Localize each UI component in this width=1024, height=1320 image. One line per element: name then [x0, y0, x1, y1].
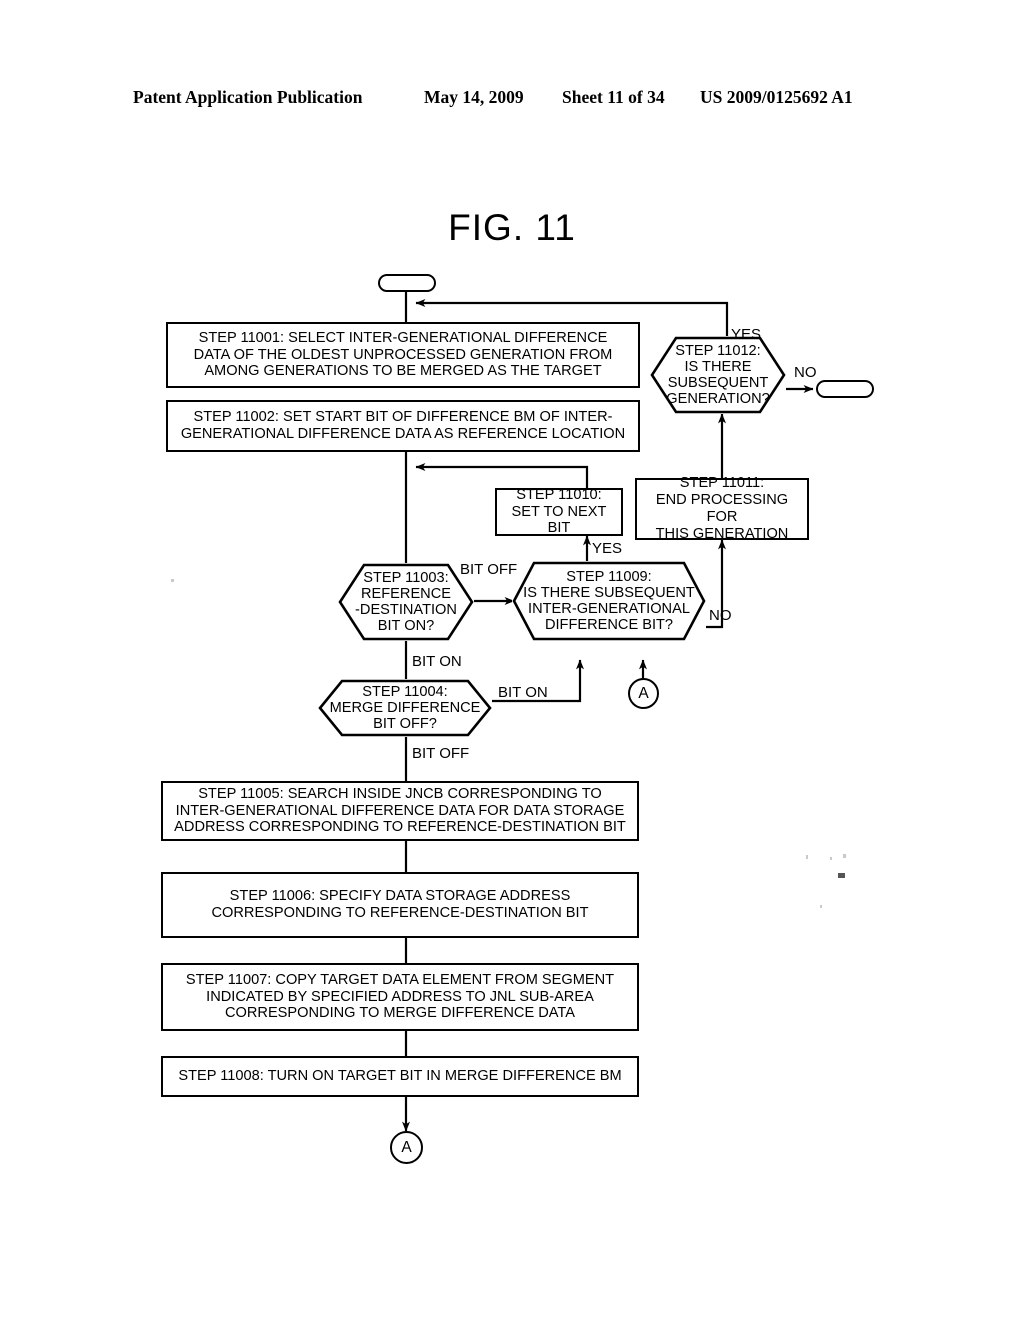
step-11004-line-3: BIT OFF?: [373, 716, 437, 733]
step-11003-decision: STEP 11003: REFERENCE -DESTINATION BIT O…: [338, 563, 474, 641]
flowchart-connectors: [402, 291, 814, 1132]
step-11003-line-2: REFERENCE: [360, 585, 451, 602]
step-11009-decision: STEP 11009: IS THERE SUBSEQUENT INTER-GE…: [512, 561, 706, 641]
step-11004-line-1: STEP 11004:: [362, 683, 448, 700]
step-11012-line-1: STEP 11012:: [675, 342, 761, 359]
step-11007-line-1: STEP 11007: COPY TARGET DATA ELEMENT FRO…: [185, 971, 615, 988]
step-11005-line-2: INTER-GENERATIONAL DIFFERENCE DATA FOR D…: [175, 802, 625, 819]
connector-a-top: A: [628, 678, 659, 709]
scan-speck: [830, 857, 832, 860]
step-11006-line-1: STEP 11006: SPECIFY DATA STORAGE ADDRESS: [229, 888, 571, 905]
scan-speck: [171, 579, 174, 582]
step-11010-line-2: SET TO NEXT BIT: [511, 503, 607, 537]
step-11008-box: STEP 11008: TURN ON TARGET BIT IN MERGE …: [161, 1056, 639, 1097]
step-11009-line-4: DIFFERENCE BIT?: [544, 617, 674, 634]
step-11011-line-2: END PROCESSING FOR: [655, 492, 789, 525]
scan-speck: [820, 905, 822, 908]
step-11011-line-1: STEP 11011:: [679, 475, 765, 492]
step-11007-box: STEP 11007: COPY TARGET DATA ELEMENT FRO…: [161, 963, 639, 1031]
step-11012-line-3: SUBSEQUENT: [667, 375, 769, 391]
step-11003-line-4: BIT ON?: [377, 618, 435, 635]
edge-label-step11009-yes: YES: [592, 540, 623, 557]
step-11009-line-3: INTER-GENERATIONAL: [528, 601, 690, 617]
connector-a-bottom-label: A: [401, 1138, 412, 1156]
step-11005-line-1: STEP 11005: SEARCH INSIDE JNCB CORRESPON…: [198, 785, 602, 802]
scan-speck: [838, 873, 845, 878]
step-11009-line-2: IS THERE SUBSEQUENT: [523, 584, 695, 601]
step-11005-box: STEP 11005: SEARCH INSIDE JNCB CORRESPON…: [161, 781, 639, 841]
step-11012-line-4: GENERATION?: [666, 391, 770, 408]
step-11001-line-1: STEP 11001: SELECT INTER-GENERATIONAL DI…: [198, 329, 608, 346]
scan-speck: [843, 854, 846, 858]
edge-label-step11004-bit-on: BIT ON: [498, 684, 548, 701]
step-11011-line-3: THIS GENERATION: [655, 525, 789, 542]
edge-label-step11009-no: NO: [709, 607, 732, 624]
step-11008-line-1: STEP 11008: TURN ON TARGET BIT IN MERGE …: [178, 1068, 622, 1085]
connector-a-bottom: A: [390, 1131, 423, 1164]
edge-label-step11012-no: NO: [794, 364, 817, 381]
step-11006-line-2: CORRESPONDING TO REFERENCE-DESTINATION B…: [211, 905, 589, 921]
start-terminator: [378, 274, 436, 292]
step-11006-box: STEP 11006: SPECIFY DATA STORAGE ADDRESS…: [161, 872, 639, 938]
step-11009-line-1: STEP 11009:: [566, 568, 652, 585]
step-11004-decision: STEP 11004: MERGE DIFFERENCE BIT OFF?: [318, 679, 492, 737]
step-11002-box: STEP 11002: SET START BIT OF DIFFERENCE …: [166, 400, 640, 452]
scan-speck: [806, 855, 808, 859]
step-11001-line-2: DATA OF THE OLDEST UNPROCESSED GENERATIO…: [193, 346, 613, 363]
step-11007-line-3: CORRESPONDING TO MERGE DIFFERENCE DATA: [224, 1005, 575, 1022]
step-11012-decision: STEP 11012: IS THERE SUBSEQUENT GENERATI…: [650, 336, 786, 414]
edge-label-step11003-bit-on: BIT ON: [412, 653, 462, 670]
connector-a-top-label: A: [638, 684, 649, 702]
step-11012-line-2: IS THERE: [684, 358, 752, 375]
step-11010-box: STEP 11010: SET TO NEXT BIT: [495, 486, 623, 537]
patent-sheet: Patent Application Publication May 14, 2…: [0, 0, 1024, 1320]
step-11007-line-2: INDICATED BY SPECIFIED ADDRESS TO JNL SU…: [206, 988, 594, 1005]
step-11005-line-3: ADDRESS CORRESPONDING TO REFERENCE-DESTI…: [174, 819, 626, 836]
end-terminator: [816, 380, 874, 398]
step-11004-line-2: MERGE DIFFERENCE: [329, 699, 481, 716]
step-11002-line-1: STEP 11002: SET START BIT OF DIFFERENCE …: [193, 409, 613, 426]
step-11002-line-2: GENERATIONAL DIFFERENCE DATA AS REFERENC…: [180, 426, 626, 442]
step-11011-box: STEP 11011: END PROCESSING FOR THIS GENE…: [635, 475, 809, 542]
step-11003-line-3: -DESTINATION: [355, 602, 457, 618]
step-11001-box: STEP 11001: SELECT INTER-GENERATIONAL DI…: [166, 322, 640, 388]
edge-label-step11004-bit-off: BIT OFF: [412, 745, 470, 762]
step-11010-line-1: STEP 11010:: [516, 486, 602, 503]
step-11003-line-1: STEP 11003:: [363, 569, 449, 586]
step-11001-line-3: AMONG GENERATIONS TO BE MERGED AS THE TA…: [204, 363, 602, 380]
